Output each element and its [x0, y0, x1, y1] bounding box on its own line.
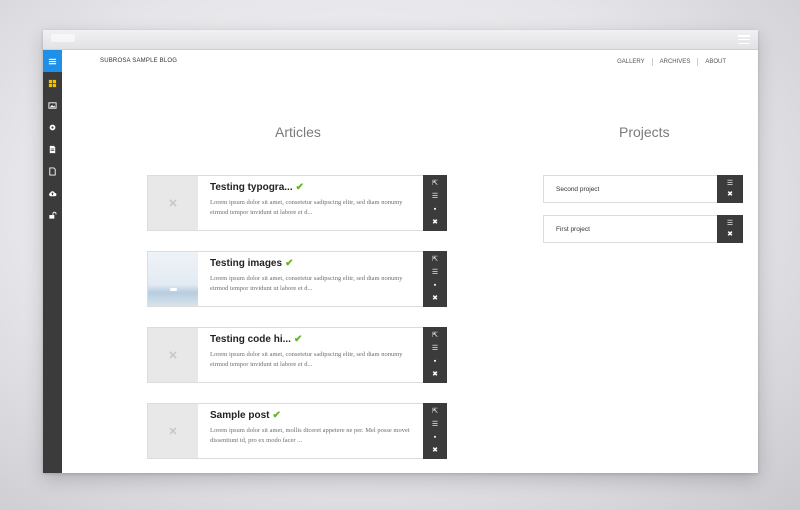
nav-link-archives[interactable]: ARCHIVES [651, 58, 698, 66]
article-excerpt: Lorem ipsum dolor sit amet, mollis dicer… [210, 427, 410, 444]
document-icon [49, 145, 56, 153]
article-title-text: Testing code hi... [210, 334, 291, 345]
article-title-text: Testing images [210, 258, 283, 269]
dashboard-icon [48, 79, 57, 87]
window-menu-icon[interactable] [738, 35, 750, 44]
edit-icon[interactable]: ☰ [431, 269, 439, 277]
title-bar [43, 30, 758, 50]
project-name[interactable]: First project [556, 226, 590, 233]
save-icon[interactable]: ▪ [431, 205, 439, 213]
edit-icon[interactable]: ☰ [431, 345, 439, 353]
top-bar: SUBROSA SAMPLE BLOG GALLERY ARCHIVES ABO… [62, 50, 758, 74]
published-check-icon: ✔ [295, 182, 304, 193]
sidebar-item-documents[interactable] [43, 138, 62, 160]
sidebar-item-images[interactable] [43, 94, 62, 116]
sidebar-item-security[interactable] [43, 204, 62, 226]
menu-icon [48, 58, 57, 64]
articles-heading: Articles [275, 124, 321, 140]
project-actions: ☰ ✖ [717, 175, 743, 203]
article-card[interactable]: ✕ Testing typogra... ✔ Lorem ipsum dolor … [147, 175, 447, 231]
delete-icon[interactable]: ✖ [431, 446, 439, 454]
project-card[interactable]: Second project ☰ ✖ [543, 175, 743, 203]
delete-icon[interactable]: ✖ [431, 294, 439, 302]
article-title-text: Sample post [210, 410, 270, 421]
article-card[interactable]: ✕ Sample post ✔ Lorem ipsum dolor sit ame… [147, 403, 447, 459]
sidebar [43, 50, 62, 473]
thumbnail-bird-shape [170, 288, 177, 291]
sidebar-item-dashboard[interactable] [43, 72, 62, 94]
no-image-icon: ✕ [168, 197, 178, 210]
article-thumbnail-placeholder: ✕ [148, 328, 198, 382]
no-image-icon: ✕ [168, 349, 178, 362]
project-name[interactable]: Second project [556, 186, 599, 193]
no-image-icon: ✕ [168, 425, 178, 438]
edit-icon[interactable]: ☰ [727, 220, 733, 227]
page-icon [49, 166, 56, 176]
article-actions: ⇱ ☰ ▪ ✖ [423, 251, 447, 307]
window-title-placeholder [51, 34, 75, 42]
gear-icon [49, 124, 56, 130]
export-icon[interactable]: ⇱ [431, 180, 439, 188]
article-thumbnail-placeholder: ✕ [148, 404, 198, 458]
delete-icon[interactable]: ✖ [431, 218, 439, 226]
project-card[interactable]: First project ☰ ✖ [543, 215, 743, 243]
blog-title[interactable]: SUBROSA SAMPLE BLOG [100, 58, 177, 64]
export-icon[interactable]: ⇱ [431, 332, 439, 340]
image-icon [48, 101, 57, 109]
main-content: SUBROSA SAMPLE BLOG GALLERY ARCHIVES ABO… [62, 50, 758, 473]
article-excerpt: Lorem ipsum dolor sit amet, consetetur s… [210, 351, 403, 368]
nav-link-about[interactable]: ABOUT [697, 58, 733, 66]
unlock-icon [49, 211, 57, 219]
projects-heading: Projects [619, 124, 670, 140]
top-nav: GALLERY ARCHIVES ABOUT [610, 58, 733, 66]
export-icon[interactable]: ⇱ [431, 408, 439, 416]
article-title[interactable]: Testing code hi... ✔ [210, 334, 302, 345]
save-icon[interactable]: ▪ [431, 433, 439, 441]
article-title[interactable]: Testing images ✔ [210, 258, 293, 269]
sidebar-item-menu[interactable] [43, 50, 62, 72]
edit-icon[interactable]: ☰ [431, 193, 439, 201]
cloud-upload-icon [49, 190, 57, 196]
article-excerpt: Lorem ipsum dolor sit amet, consetetur s… [210, 275, 403, 292]
article-card[interactable]: Testing images ✔ Lorem ipsum dolor sit am… [147, 251, 447, 307]
export-icon[interactable]: ⇱ [431, 256, 439, 264]
delete-icon[interactable]: ✖ [727, 231, 733, 238]
article-title-text: Testing typogra... [210, 182, 293, 193]
edit-icon[interactable]: ☰ [727, 180, 733, 187]
published-check-icon: ✔ [293, 334, 303, 345]
published-check-icon: ✔ [272, 410, 281, 421]
article-title[interactable]: Sample post ✔ [210, 410, 281, 421]
article-actions: ⇱ ☰ ▪ ✖ [423, 403, 447, 459]
delete-icon[interactable]: ✖ [727, 191, 733, 198]
sidebar-item-pages[interactable] [43, 160, 62, 182]
delete-icon[interactable]: ✖ [431, 370, 439, 378]
article-actions: ⇱ ☰ ▪ ✖ [423, 175, 447, 231]
sidebar-item-upload[interactable] [43, 182, 62, 204]
save-icon[interactable]: ▪ [431, 357, 439, 365]
nav-link-gallery[interactable]: GALLERY [610, 58, 652, 66]
article-title[interactable]: Testing typogra... ✔ [210, 182, 304, 193]
sidebar-item-settings[interactable] [43, 116, 62, 138]
app-window: SUBROSA SAMPLE BLOG GALLERY ARCHIVES ABO… [43, 30, 758, 473]
published-check-icon: ✔ [285, 258, 294, 269]
article-card[interactable]: ✕ Testing code hi... ✔ Lorem ipsum dolor … [147, 327, 447, 383]
article-thumbnail-image [148, 252, 198, 306]
project-actions: ☰ ✖ [717, 215, 743, 243]
article-excerpt: Lorem ipsum dolor sit amet, consetetur s… [210, 199, 403, 216]
edit-icon[interactable]: ☰ [431, 421, 439, 429]
save-icon[interactable]: ▪ [431, 281, 439, 289]
article-thumbnail-placeholder: ✕ [148, 176, 198, 230]
article-actions: ⇱ ☰ ▪ ✖ [423, 327, 447, 383]
